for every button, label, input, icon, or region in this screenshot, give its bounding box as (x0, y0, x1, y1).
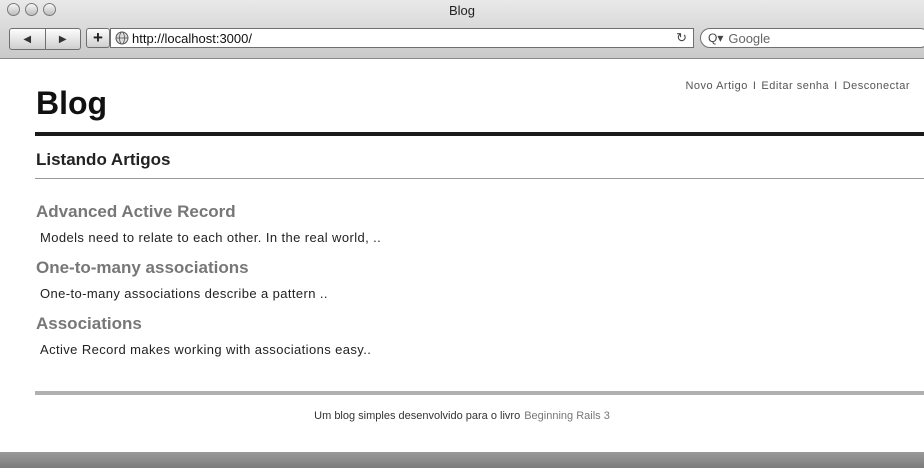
article-list: Advanced Active Record Models need to re… (36, 202, 896, 370)
footer-divider (35, 391, 924, 395)
back-arrow-icon: ◀ (23, 33, 32, 45)
book-link[interactable]: Beginning Rails 3 (524, 410, 610, 422)
title-bar: Blog (0, 0, 924, 22)
browser-chrome: Blog ◀ ▶ + http://localhost:3000/ ↻ Q▾ G… (0, 0, 924, 59)
article-excerpt: Active Record makes working with associa… (40, 342, 372, 357)
article-title-link[interactable]: Advanced Active Record (36, 202, 896, 222)
search-placeholder: Google (728, 30, 771, 46)
status-bar (0, 452, 924, 468)
url-text: http://localhost:3000/ (132, 30, 252, 46)
globe-icon (115, 31, 129, 45)
search-icon[interactable]: Q▾ (708, 31, 723, 45)
article-item: One-to-many associations One-to-many ass… (36, 258, 896, 302)
search-field[interactable]: Q▾ Google (700, 28, 924, 48)
footer-text: Um blog simples desenvolvido para o livr… (314, 410, 521, 422)
history-buttons: ◀ ▶ (9, 28, 81, 50)
user-nav: Novo Artigo I Editar senha I Desconectar (685, 80, 910, 92)
title-divider (35, 178, 924, 179)
reload-icon[interactable]: ↻ (676, 30, 687, 46)
window-title: Blog (448, 3, 476, 18)
logout-link[interactable]: Desconectar (843, 80, 910, 92)
address-bar[interactable]: http://localhost:3000/ ↻ (110, 28, 694, 48)
browser-toolbar: ◀ ▶ + http://localhost:3000/ ↻ Q▾ Google (0, 24, 924, 54)
site-brand: Blog (36, 85, 108, 121)
article-title-link[interactable]: One-to-many associations (36, 258, 896, 278)
nav-separator: I (752, 80, 757, 92)
nav-separator: I (834, 80, 838, 92)
back-button[interactable]: ◀ (10, 29, 45, 49)
add-bookmark-button[interactable]: + (86, 28, 110, 48)
plus-icon: + (93, 28, 103, 47)
edit-password-link[interactable]: Editar senha (761, 80, 829, 92)
new-article-link[interactable]: Novo Artigo (685, 80, 747, 92)
forward-arrow-icon: ▶ (58, 33, 67, 45)
page-content: Blog Novo Artigo I Editar senha I Desconecta… (0, 59, 924, 444)
header-divider (35, 132, 924, 136)
article-excerpt: One-to-many associations describe a patt… (40, 286, 328, 301)
article-item: Associations Active Record makes working… (36, 314, 896, 358)
forward-button[interactable]: ▶ (44, 29, 81, 49)
article-title-link[interactable]: Associations (36, 314, 896, 334)
page-footer: Um blog simples desenvolvido para o livr… (0, 410, 924, 422)
article-excerpt: Models need to relate to each other. In … (40, 230, 382, 245)
page-title: Listando Artigos (36, 150, 171, 169)
article-item: Advanced Active Record Models need to re… (36, 202, 896, 246)
